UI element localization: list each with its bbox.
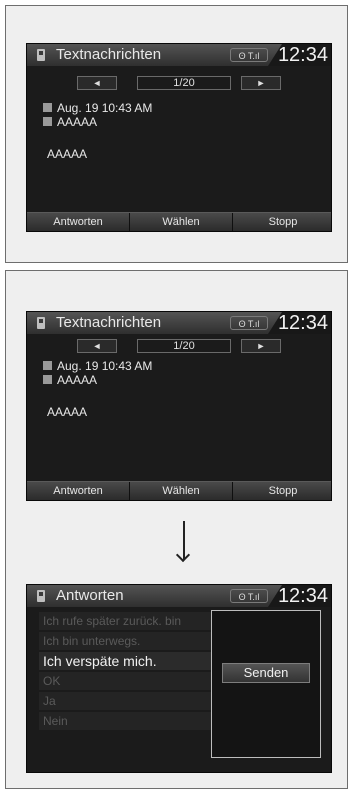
top-panel: Textnachrichten ʘ T.ıl 12:34 ◄ 1/20 ► Au… (5, 5, 348, 263)
message-body: AAAAA (47, 405, 88, 419)
stop-button[interactable]: Stopp (233, 213, 331, 231)
header-bar: Textnachrichten ʘ T.ıl 12:34 (27, 44, 331, 66)
phone-icon (37, 590, 45, 602)
calendar-icon (43, 361, 52, 370)
page-number: 1/20 (137, 76, 231, 90)
clock: 12:34 (277, 585, 328, 607)
phone-icon (37, 317, 45, 329)
clock: 12:34 (277, 44, 328, 66)
reply-option[interactable]: Ich rufe später zurück. bin (39, 612, 225, 630)
reply-option[interactable]: Nein (39, 712, 225, 730)
arrow-down-icon (183, 521, 185, 559)
send-dialog: Senden (211, 610, 321, 758)
screen-title: Antworten (56, 587, 124, 604)
reply-screen: Antworten ʘ T.ıl 12:34 Ich rufe später z… (26, 584, 332, 773)
reply-option[interactable]: Ich bin unterwegs. (39, 632, 225, 650)
next-arrow-button[interactable]: ► (241, 76, 281, 90)
contact-icon (43, 375, 52, 384)
message-sender: AAAAA (43, 373, 98, 387)
page-number: 1/20 (137, 339, 231, 353)
clock-tab: 12:34 (268, 44, 331, 66)
contact-icon (43, 117, 52, 126)
bluetooth-signal-icon: ʘ T.ıl (230, 589, 268, 603)
calendar-icon (43, 103, 52, 112)
prev-arrow-button[interactable]: ◄ (77, 76, 117, 90)
message-sender-text: AAAAA (57, 115, 98, 129)
message-date: Aug. 19 10:43 AM (43, 101, 153, 115)
reply-option-selected[interactable]: Ich verspäte mich. (39, 652, 225, 670)
messages-screen-2: Textnachrichten ʘ T.ıl 12:34 ◄ 1/20 ► Au… (26, 311, 332, 501)
reply-option[interactable]: Ja (39, 692, 225, 710)
screen-title: Textnachrichten (56, 314, 162, 331)
clock-tab: 12:34 (268, 312, 331, 334)
stop-button[interactable]: Stopp (233, 482, 331, 500)
message-date-text: Aug. 19 10:43 AM (57, 359, 153, 373)
screen-title: Textnachrichten (56, 46, 162, 63)
pager: ◄ 1/20 ► (27, 76, 331, 92)
next-arrow-button[interactable]: ► (241, 339, 281, 353)
clock-tab: 12:34 (268, 585, 331, 607)
header-bar: Antworten ʘ T.ıl 12:34 (27, 585, 331, 607)
select-button[interactable]: Wählen (130, 213, 233, 231)
action-bar: Antworten Wählen Stopp (27, 212, 331, 231)
bluetooth-signal-icon: ʘ T.ıl (230, 316, 268, 330)
action-bar: Antworten Wählen Stopp (27, 481, 331, 500)
clock: 12:34 (277, 312, 328, 334)
bluetooth-signal-icon: ʘ T.ıl (230, 48, 268, 62)
phone-icon (37, 49, 45, 61)
reply-button[interactable]: Antworten (27, 213, 130, 231)
send-button[interactable]: Senden (222, 663, 310, 683)
message-sender-text: AAAAA (57, 373, 98, 387)
header-bar: Textnachrichten ʘ T.ıl 12:34 (27, 312, 331, 334)
prev-arrow-button[interactable]: ◄ (77, 339, 117, 353)
message-date-text: Aug. 19 10:43 AM (57, 101, 153, 115)
reply-button[interactable]: Antworten (27, 482, 130, 500)
message-body: AAAAA (47, 147, 88, 161)
select-button[interactable]: Wählen (130, 482, 233, 500)
messages-screen-1: Textnachrichten ʘ T.ıl 12:34 ◄ 1/20 ► Au… (26, 43, 332, 232)
bottom-panel: Textnachrichten ʘ T.ıl 12:34 ◄ 1/20 ► Au… (5, 270, 348, 789)
pager: ◄ 1/20 ► (27, 339, 331, 355)
message-date: Aug. 19 10:43 AM (43, 359, 153, 373)
reply-option[interactable]: OK (39, 672, 225, 690)
message-sender: AAAAA (43, 115, 98, 129)
